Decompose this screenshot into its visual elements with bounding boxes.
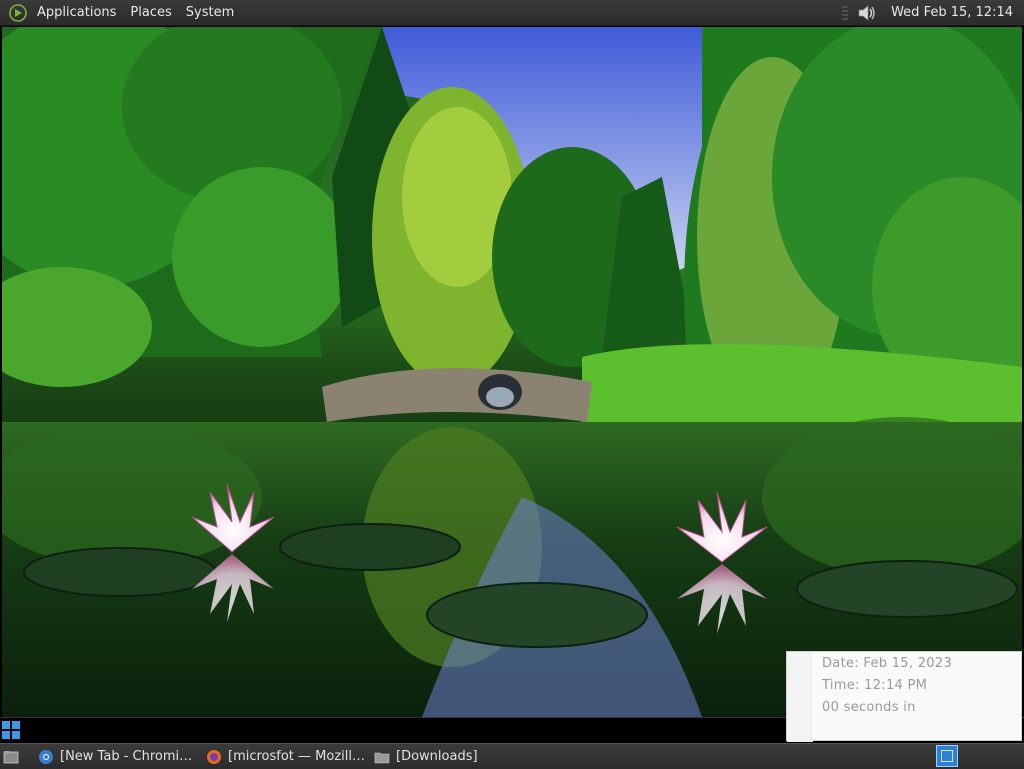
workspace-switcher-icon[interactable] [936,745,958,767]
clock[interactable]: Wed Feb 15, 12:14 [884,0,1020,25]
file-manager-icon [3,750,19,763]
popup-gutter [787,652,813,742]
applications-menu[interactable]: Applications [30,0,123,25]
task-firefox[interactable]: [microsfot — Mozill… [206,744,368,769]
firefox-icon [207,749,221,764]
volume-icon[interactable] [856,2,878,24]
places-menu[interactable]: Places [123,0,178,25]
task-label: [Downloads] [396,749,478,764]
task-downloads[interactable]: [Downloads] [374,744,514,769]
popup-date: Date: Feb 15, 2023 [822,656,953,671]
task-label: [microsfot — Mozill… [228,749,366,764]
task-label: [New Tab - Chromi… [60,749,193,764]
taskbar: [New Tab - Chromi… [microsfot — Mozill… … [0,743,1024,769]
start-menu-icon[interactable] [2,721,20,739]
clock-popup: Date: Feb 15, 2023 Time: 12:14 PM 00 sec… [786,651,1022,742]
top-panel-tray: Wed Feb 15, 12:14 [842,0,1024,25]
file-manager-launcher[interactable] [3,744,27,769]
desktop-wallpaper[interactable] [2,27,1022,717]
folder-icon [374,752,390,763]
top-panel: Applications Places System Wed Feb 15, 1… [0,0,1024,26]
task-chromium[interactable]: [New Tab - Chromi… [38,744,200,769]
panel-handle[interactable] [842,5,849,20]
distro-logo-icon[interactable] [6,1,30,25]
chromium-icon [39,749,53,764]
popup-seconds: 00 seconds in [822,700,916,715]
popup-time: Time: 12:14 PM [822,678,928,693]
lotus-pond-wallpaper-icon [2,27,1022,717]
system-menu[interactable]: System [179,0,241,25]
